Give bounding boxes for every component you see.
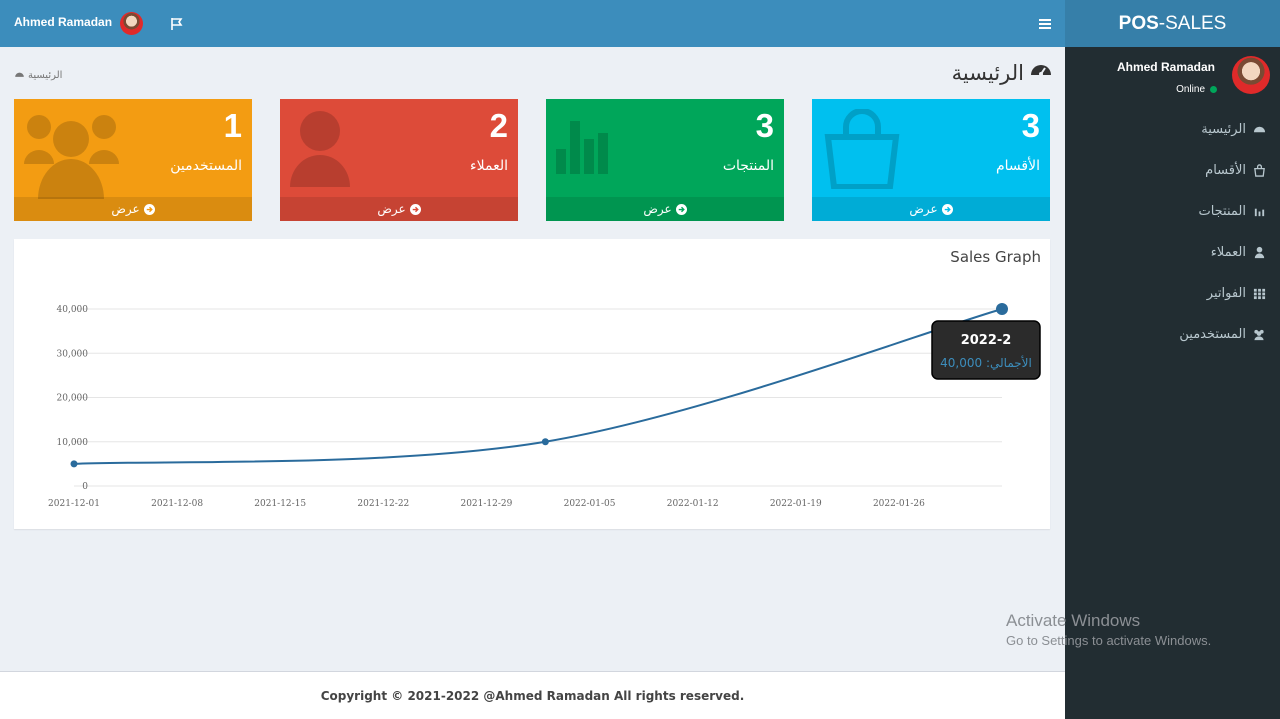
stat-number: 2 [489, 107, 508, 144]
stat-label: العملاء [470, 158, 508, 174]
x-tick-label: 2021-12-15 [254, 499, 306, 509]
menu-toggle-icon[interactable] [1038, 16, 1052, 30]
stat-label: المنتجات [722, 158, 774, 174]
shopping-bag-icon [822, 108, 902, 193]
stat-label: الأقسام [996, 158, 1040, 174]
user-icon [1252, 246, 1266, 260]
view-more-link[interactable]: عرض [14, 197, 252, 221]
x-tick-label: 2021-12-08 [151, 499, 203, 509]
y-tick-label: 10,000 [57, 438, 89, 448]
sales-graph-card: Sales Graph 0 10,000 20,000 30,000 40,000 202… [14, 239, 1050, 529]
shopping-bag-icon [1252, 164, 1266, 178]
arrow-circle-icon [409, 203, 421, 215]
arrow-circle-icon [143, 203, 155, 215]
sidebar-item-customers[interactable]: العملاء [1065, 232, 1280, 273]
user-panel: Ahmed Ramadan Online [1065, 47, 1280, 105]
sidebar-item-categories[interactable]: الأقسام [1065, 150, 1280, 191]
view-more-link[interactable]: عرض [812, 197, 1050, 221]
copyright-text: Copyright © 2021-2022 @Ahmed Ramadan All… [320, 688, 745, 703]
series-line [73, 308, 1003, 465]
x-tick-label: 2022-01-19 [770, 499, 822, 509]
sidebar-item-invoices[interactable]: الفواتير [1065, 273, 1280, 314]
flag-icon[interactable] [170, 16, 184, 30]
tooltip-title: 2022-2 [961, 333, 1012, 348]
tooltip-box [931, 320, 1041, 380]
arrow-circle-icon [941, 203, 953, 215]
stat-number: 1 [223, 107, 242, 144]
sidebar-item-label: العملاء [1210, 245, 1246, 260]
bar-chart-icon [1252, 205, 1266, 219]
dashboard-icon [1030, 60, 1052, 85]
sidebar-item-label: الأقسام [1205, 163, 1246, 178]
user-status: Online [1176, 84, 1217, 95]
x-tick-label: 2021-12-29 [460, 499, 512, 509]
avatar [1232, 56, 1270, 94]
view-more-link[interactable]: عرض [546, 197, 784, 221]
user-icon [290, 109, 360, 193]
data-point [996, 303, 1008, 315]
sales-line-chart[interactable]: 0 10,000 20,000 30,000 40,000 2021-12-01 2021-… [14, 239, 1050, 529]
sidebar-item-label: المنتجات [1198, 204, 1246, 219]
y-tick-label: 20,000 [57, 394, 89, 404]
tooltip-value: الأجمالي: 40,000 [940, 355, 1032, 370]
sidebar-menu: الرئيسية الأقسام المنتجات العملاء الفوات… [1065, 109, 1280, 355]
x-tick-label: 2022-01-05 [564, 499, 616, 509]
topbar-user-name[interactable]: Ahmed Ramadan [14, 15, 112, 29]
online-dot-icon [1210, 86, 1217, 93]
sidebar-item-label: المستخدمين [1179, 327, 1246, 342]
y-tick-label: 0 [82, 482, 88, 492]
stat-box-customers: 2 العملاء عرض [280, 99, 518, 221]
y-tick-label: 30,000 [57, 349, 89, 359]
stat-number: 3 [1021, 107, 1040, 144]
breadcrumb[interactable]: الرئيسية [14, 69, 62, 82]
top-navbar: Ahmed Ramadan [0, 0, 1065, 47]
dashboard-icon [14, 69, 25, 82]
grid-icon [1252, 287, 1266, 301]
dashboard-icon [1252, 123, 1266, 137]
sidebar-item-label: الفواتير [1206, 286, 1246, 301]
arrow-circle-icon [675, 203, 687, 215]
page-title: الرئيسية [952, 60, 1052, 85]
y-tick-label: 40,000 [57, 305, 89, 315]
x-tick-label: 2022-01-12 [667, 499, 719, 509]
topbar-avatar[interactable] [120, 12, 143, 35]
page-footer: Copyright © 2021-2022 @Ahmed Ramadan All… [0, 671, 1065, 719]
x-tick-label: 2021-12-22 [357, 499, 409, 509]
bar-chart-icon [556, 109, 626, 183]
stat-label: المستخدمين [170, 158, 242, 174]
brand-logo[interactable]: POS -SALES [1065, 0, 1280, 47]
view-more-link[interactable]: عرض [280, 197, 518, 221]
stat-box-products: 3 المنتجات عرض [546, 99, 784, 221]
sidebar-item-products[interactable]: المنتجات [1065, 191, 1280, 232]
users-icon [1252, 328, 1266, 342]
sidebar-item-home[interactable]: الرئيسية [1065, 109, 1280, 150]
stat-number: 3 [755, 107, 774, 144]
data-point [70, 460, 78, 468]
x-tick-label: 2022-01-26 [873, 499, 925, 509]
stat-box-categories: 3 الأقسام عرض [812, 99, 1050, 221]
activate-windows-watermark: Activate Windows Go to Settings to activ… [1006, 611, 1212, 648]
data-point [541, 438, 549, 446]
users-icon [24, 109, 119, 203]
stat-box-users: 1 المستخدمين عرض [14, 99, 252, 221]
x-tick-label: 2021-12-01 [48, 499, 100, 509]
user-name: Ahmed Ramadan [1116, 60, 1215, 74]
sidebar-item-label: الرئيسية [1201, 122, 1246, 137]
sidebar-item-users[interactable]: المستخدمين [1065, 314, 1280, 355]
